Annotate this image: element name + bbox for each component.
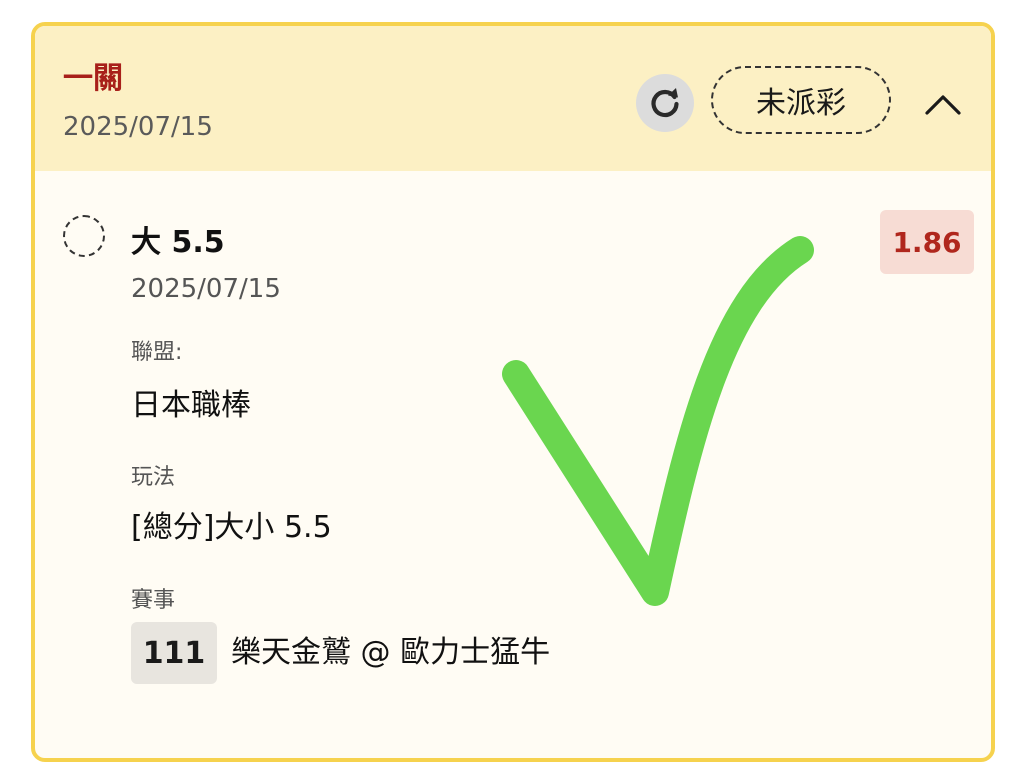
selection-radio[interactable] (63, 215, 105, 257)
refresh-button[interactable] (636, 74, 694, 132)
chevron-up-icon (925, 95, 961, 115)
match-label: 賽事 (131, 588, 176, 613)
league-label: 聯盟: (131, 340, 183, 365)
bet-date: 2025/07/15 (63, 112, 213, 142)
bet-type-title: 一關 (63, 61, 123, 96)
match-name: 樂天金鷲 @ 歐力士猛牛 (231, 635, 551, 670)
status-badge: 未派彩 (711, 66, 891, 134)
selection-date: 2025/07/15 (131, 274, 281, 304)
bet-card: 一關 2025/07/15 未派彩 大 5.5 2025/07/15 1.86 … (31, 22, 995, 762)
bet-card-header[interactable]: 一關 2025/07/15 未派彩 (35, 26, 991, 171)
play-type-value: [總分]大小 5.5 (131, 510, 332, 545)
play-type-label: 玩法 (131, 465, 176, 490)
collapse-button[interactable] (915, 76, 971, 132)
refresh-icon (651, 88, 679, 118)
league-value: 日本職棒 (131, 388, 251, 423)
odds-badge: 1.86 (880, 210, 974, 274)
selection-name: 大 5.5 (131, 225, 225, 260)
match-number-badge: 111 (131, 622, 217, 684)
